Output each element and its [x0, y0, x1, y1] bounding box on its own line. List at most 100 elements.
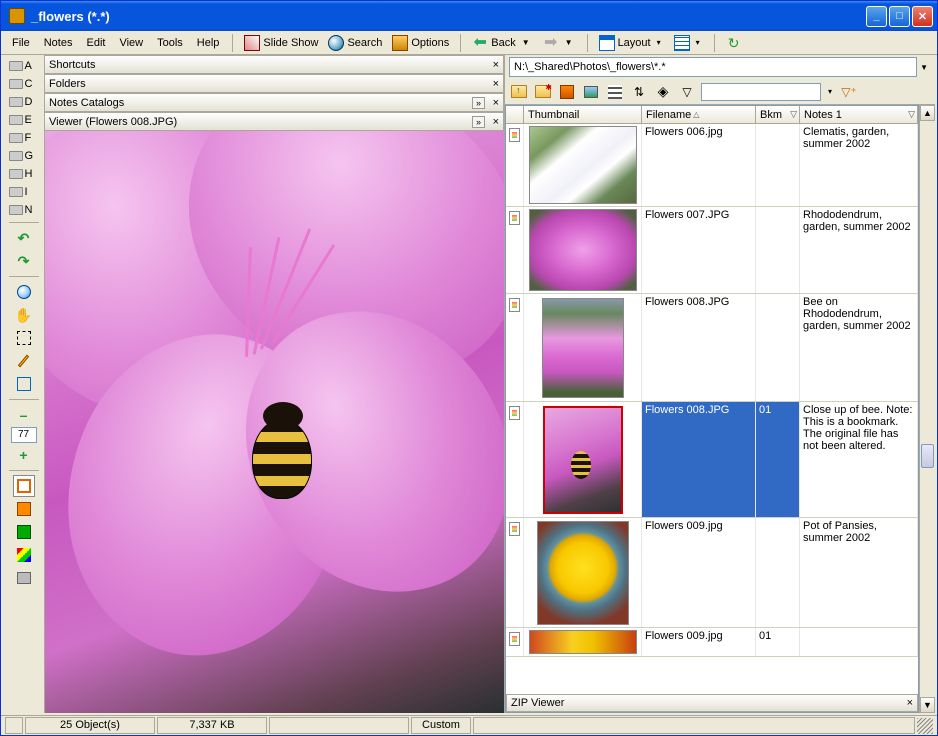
- menu-notes[interactable]: Notes: [37, 34, 80, 52]
- col-thumbnail[interactable]: Thumbnail: [524, 106, 642, 123]
- drive-h[interactable]: H: [7, 165, 41, 182]
- rotate-left-button[interactable]: ↶: [13, 227, 35, 249]
- table-row[interactable]: Flowers 009.jpg Pot of Pansies, summer 20…: [506, 518, 918, 628]
- clear-filter-button[interactable]: ▽⁺: [839, 82, 859, 102]
- draw-tool[interactable]: [13, 350, 35, 372]
- zoom-tool[interactable]: [13, 281, 35, 303]
- drive-d[interactable]: D: [7, 93, 41, 110]
- close-button[interactable]: ✕: [912, 6, 933, 27]
- chevron-down-icon[interactable]: ▼: [917, 63, 931, 72]
- col-notes[interactable]: Notes 1▽: [800, 106, 918, 123]
- measure-tool[interactable]: [13, 373, 35, 395]
- pan-tool[interactable]: ✋: [13, 304, 35, 326]
- close-icon[interactable]: ×: [493, 78, 499, 90]
- row-bookmark-cell[interactable]: [756, 518, 800, 627]
- titlebar[interactable]: _flowers (*.*) _ □ ✕: [1, 1, 937, 31]
- expand-icon[interactable]: »: [472, 97, 485, 109]
- table-row[interactable]: Flowers 009.jpg01: [506, 628, 918, 657]
- chevron-down-icon[interactable]: ▾: [654, 38, 664, 47]
- chevron-down-icon[interactable]: ▼: [562, 38, 576, 47]
- row-bookmark-cell[interactable]: [756, 207, 800, 293]
- close-icon[interactable]: ×: [907, 697, 913, 709]
- drive-g[interactable]: G: [7, 147, 41, 164]
- filter-button[interactable]: ▽: [677, 82, 697, 102]
- row-filename-cell[interactable]: Flowers 009.jpg: [642, 628, 756, 656]
- new-folder-button[interactable]: [533, 82, 553, 102]
- col-bookmark[interactable]: Bkm▽: [756, 106, 800, 123]
- menu-view[interactable]: View: [112, 34, 150, 52]
- path-input[interactable]: [509, 57, 917, 77]
- menu-help[interactable]: Help: [190, 34, 227, 52]
- table-row[interactable]: Flowers 007.JPG Rhododendrum, garden, sum…: [506, 207, 918, 294]
- bookmark-button[interactable]: [557, 82, 577, 102]
- resize-grip[interactable]: [917, 718, 933, 734]
- thumbs-button[interactable]: [605, 82, 625, 102]
- select-tool[interactable]: [13, 327, 35, 349]
- drive-a[interactable]: A: [7, 57, 41, 74]
- viewer-header[interactable]: Viewer (Flowers 008.JPG)»×: [45, 112, 504, 131]
- image-button[interactable]: [581, 82, 601, 102]
- grid-body[interactable]: Flowers 006.jpgClematis, garden, summer …: [506, 124, 918, 694]
- chevron-down-icon[interactable]: ▾: [825, 87, 835, 96]
- back-button[interactable]: ⬅Back▼: [467, 33, 537, 53]
- col-filename[interactable]: Filename△: [642, 106, 756, 123]
- fit-button[interactable]: [13, 475, 35, 497]
- forward-button[interactable]: ➡▼: [538, 33, 581, 53]
- row-bookmark-cell[interactable]: [756, 294, 800, 401]
- expand-icon[interactable]: »: [472, 116, 485, 128]
- menu-tools[interactable]: Tools: [150, 34, 190, 52]
- chevron-down-icon[interactable]: ▼: [519, 38, 533, 47]
- scrollbar[interactable]: ▲ ▼: [919, 105, 935, 713]
- minimize-button[interactable]: _: [866, 6, 887, 27]
- row-notes-cell[interactable]: Pot of Pansies, summer 2002: [800, 518, 918, 627]
- zoom-value[interactable]: 77: [11, 427, 37, 443]
- close-icon[interactable]: ×: [493, 59, 499, 71]
- row-bookmark-cell[interactable]: [756, 124, 800, 206]
- maximize-button[interactable]: □: [889, 6, 910, 27]
- shortcuts-header[interactable]: Shortcuts×: [45, 55, 504, 74]
- options-button[interactable]: Options: [387, 33, 454, 53]
- flag-button[interactable]: [13, 544, 35, 566]
- row-notes-cell[interactable]: Bee on Rhododendrum, garden, summer 2002: [800, 294, 918, 401]
- zoom-out-button[interactable]: –: [13, 404, 35, 426]
- row-filename-cell[interactable]: Flowers 008.JPG: [642, 402, 756, 517]
- filter-input[interactable]: [701, 83, 821, 101]
- drive-c[interactable]: C: [7, 75, 41, 92]
- tag-button[interactable]: ◈: [653, 82, 673, 102]
- chevron-down-icon[interactable]: ▾: [693, 38, 703, 47]
- lock-zoom-button[interactable]: [13, 521, 35, 543]
- row-notes-cell[interactable]: Close up of bee. Note: This is a bookmar…: [800, 402, 918, 517]
- gridview-button[interactable]: ▾: [669, 33, 708, 53]
- sort-button[interactable]: ⇅: [629, 82, 649, 102]
- table-row[interactable]: Flowers 008.JPG01Close up of bee. Note: …: [506, 402, 918, 518]
- menu-file[interactable]: File: [5, 34, 37, 52]
- scroll-down-button[interactable]: ▼: [920, 697, 935, 713]
- drive-i[interactable]: I: [7, 183, 41, 200]
- folders-header[interactable]: Folders×: [45, 74, 504, 93]
- refresh-button[interactable]: ↻: [721, 33, 747, 53]
- scroll-up-button[interactable]: ▲: [920, 105, 935, 121]
- rotate-right-button[interactable]: ↷: [13, 250, 35, 272]
- close-icon[interactable]: ×: [493, 116, 499, 128]
- layout-button[interactable]: Layout▾: [594, 33, 669, 53]
- row-bookmark-cell[interactable]: 01: [756, 402, 800, 517]
- catalogs-header[interactable]: Notes Catalogs»×: [45, 93, 504, 112]
- col-icon[interactable]: [506, 106, 524, 123]
- row-notes-cell[interactable]: Rhododendrum, garden, summer 2002: [800, 207, 918, 293]
- zoom-in-button[interactable]: +: [13, 444, 35, 466]
- drive-e[interactable]: E: [7, 111, 41, 128]
- menu-edit[interactable]: Edit: [79, 34, 112, 52]
- image-viewer[interactable]: [45, 131, 504, 713]
- row-notes-cell[interactable]: [800, 628, 918, 656]
- table-row[interactable]: Flowers 006.jpgClematis, garden, summer …: [506, 124, 918, 207]
- row-filename-cell[interactable]: Flowers 007.JPG: [642, 207, 756, 293]
- row-filename-cell[interactable]: Flowers 008.JPG: [642, 294, 756, 401]
- table-row[interactable]: Flowers 008.JPG Bee on Rhododendrum, gard…: [506, 294, 918, 402]
- search-button[interactable]: Search: [323, 33, 387, 53]
- drive-f[interactable]: F: [7, 129, 41, 146]
- row-filename-cell[interactable]: Flowers 009.jpg: [642, 518, 756, 627]
- row-notes-cell[interactable]: Clematis, garden, summer 2002: [800, 124, 918, 206]
- up-folder-button[interactable]: [509, 82, 529, 102]
- close-icon[interactable]: ×: [493, 97, 499, 109]
- print-button[interactable]: [13, 567, 35, 589]
